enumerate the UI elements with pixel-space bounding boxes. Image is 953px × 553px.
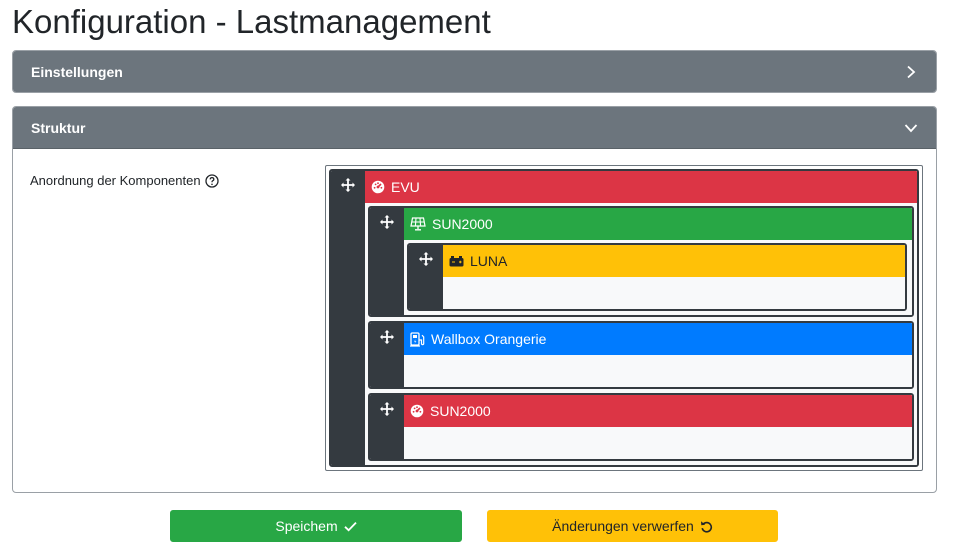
tree-node-evu-children: SUN2000 LUNA Wallbox Orangerie SUN2000	[365, 203, 917, 465]
move-arrows-icon	[380, 330, 394, 344]
drag-handle[interactable]	[370, 208, 404, 315]
tree-node-wallbox-label: Wallbox Orangerie	[431, 331, 547, 347]
tree-node-sun2000-1-header: SUN2000	[404, 208, 912, 240]
tree-node-luna: LUNA	[407, 243, 907, 311]
gauge-icon	[410, 404, 424, 418]
tree-node-sun2000-1: SUN2000 LUNA	[368, 206, 914, 317]
drag-handle[interactable]	[331, 171, 365, 465]
battery-icon	[449, 255, 464, 267]
help-icon[interactable]	[204, 173, 219, 188]
solar-panel-icon	[410, 217, 426, 231]
settings-card-header[interactable]: Einstellungen	[13, 51, 936, 92]
tree-node-sun2000-2: SUN2000	[368, 393, 914, 461]
drag-handle[interactable]	[370, 395, 404, 459]
settings-card-title: Einstellungen	[31, 64, 123, 80]
drag-handle[interactable]	[370, 323, 404, 387]
tree-node-luna-header: LUNA	[443, 245, 905, 277]
tree-node-luna-label: LUNA	[470, 253, 508, 269]
chevron-right-icon	[904, 65, 918, 79]
tree-node-evu: EVU SUN2000 LUNA Wallbox Orangerie SUN20…	[329, 169, 919, 467]
check-icon	[344, 521, 357, 532]
components-order-label-row: Anordnung der Komponenten	[30, 173, 219, 188]
tree-node-evu-label: EVU	[391, 179, 420, 195]
tree-node-wallbox: Wallbox Orangerie	[368, 321, 914, 389]
chevron-down-icon	[904, 121, 918, 135]
save-button-label: Speichem	[275, 518, 338, 534]
move-arrows-icon	[380, 215, 394, 229]
move-arrows-icon	[419, 252, 433, 266]
tree-node-luna-children	[443, 277, 905, 309]
save-button[interactable]: Speichem	[170, 510, 462, 542]
tree-node-sun2000-1-children: LUNA	[404, 240, 912, 315]
tree-node-wallbox-header: Wallbox Orangerie	[404, 323, 912, 355]
tree-node-evu-header: EVU	[365, 171, 917, 203]
undo-icon	[700, 520, 713, 533]
page-title: Konfiguration - Lastmanagement	[12, 3, 491, 40]
gauge-icon	[371, 180, 385, 194]
component-tree: EVU SUN2000 LUNA Wallbox Orangerie SUN20…	[325, 165, 923, 471]
tree-node-sun2000-2-header: SUN2000	[404, 395, 912, 427]
structure-card-header[interactable]: Struktur	[13, 107, 936, 149]
discard-changes-button-label: Änderungen verwerfen	[552, 518, 694, 534]
tree-node-sun2000-2-children	[404, 427, 912, 459]
move-arrows-icon	[341, 178, 355, 192]
structure-card-title: Struktur	[31, 119, 86, 136]
components-order-label: Anordnung der Komponenten	[30, 173, 201, 188]
tree-node-sun2000-2-label: SUN2000	[430, 403, 491, 419]
tree-node-sun2000-1-label: SUN2000	[432, 216, 493, 232]
structure-card: Struktur Anordnung der Komponenten EVU S…	[12, 106, 937, 493]
charging-station-icon	[410, 331, 425, 347]
settings-card: Einstellungen	[12, 50, 937, 93]
drag-handle[interactable]	[409, 245, 443, 309]
discard-changes-button[interactable]: Änderungen verwerfen	[487, 510, 778, 542]
tree-node-wallbox-children	[404, 355, 912, 387]
move-arrows-icon	[380, 402, 394, 416]
